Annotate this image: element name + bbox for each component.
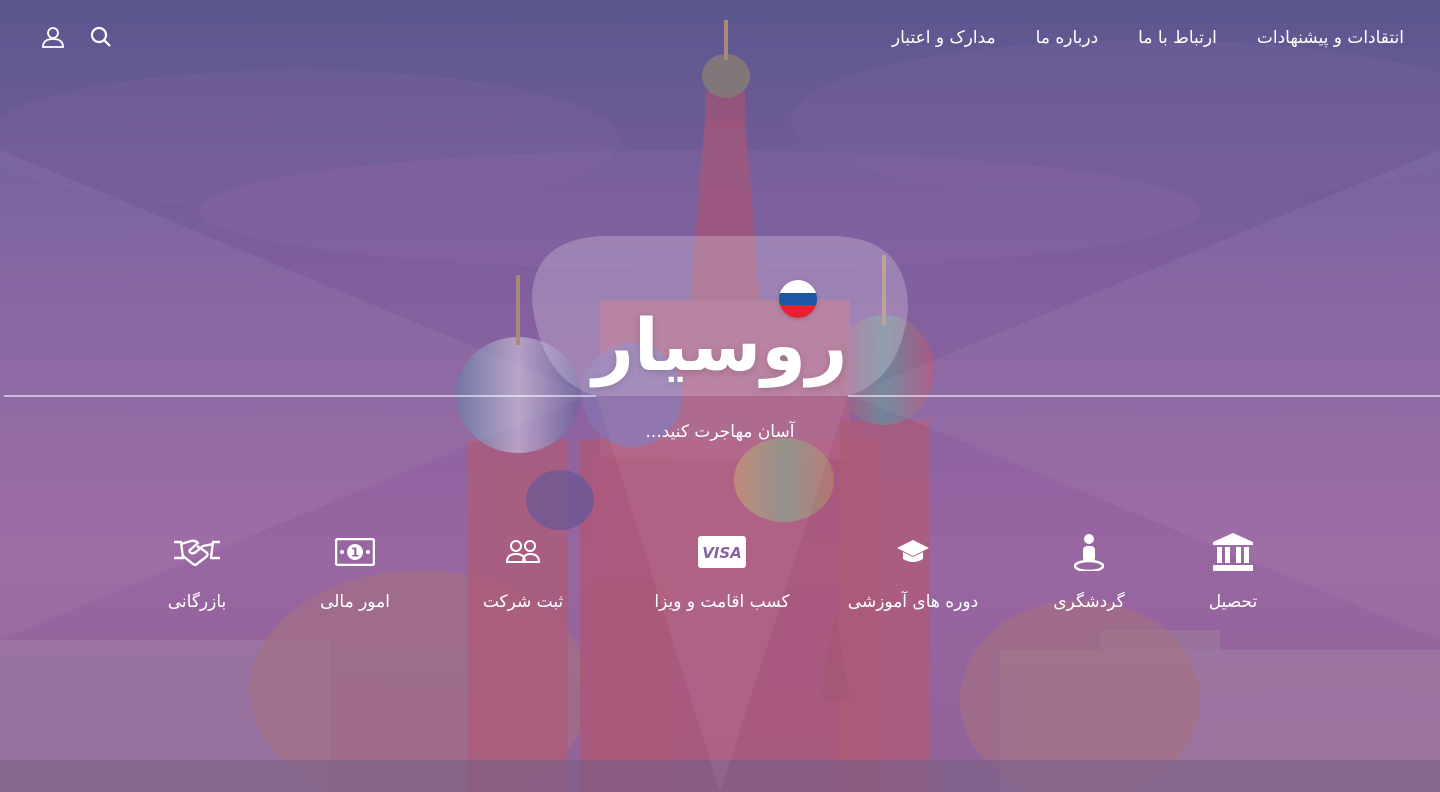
header-actions: [40, 24, 114, 50]
users-icon: [438, 530, 608, 574]
divider-left: [4, 395, 596, 397]
divider-right: [848, 395, 1440, 397]
service-label: بازرگانی: [167, 592, 227, 612]
service-finance[interactable]: 1 امور مالی: [270, 530, 440, 614]
service-courses[interactable]: دوره های آموزشی: [828, 530, 998, 614]
header: انتقادات و پیشنهادات ارتباط با ما درباره…: [0, 0, 1440, 78]
service-label: امور مالی: [320, 592, 390, 612]
visa-card-icon: VISA: [637, 530, 807, 574]
svg-text:1: 1: [351, 546, 359, 560]
service-company-registration[interactable]: ثبت شرکت: [438, 530, 608, 614]
site-tagline: آسان مهاجرت کنید...: [645, 422, 795, 442]
nav-about[interactable]: درباره ما: [1036, 26, 1099, 50]
services-row: تحصیل گردشگری دوره های آموزشی VISA کسب ا…: [0, 530, 1440, 630]
page: انتقادات و پیشنهادات ارتباط با ما درباره…: [0, 0, 1440, 792]
main-nav: انتقادات و پیشنهادات ارتباط با ما درباره…: [892, 26, 1404, 50]
service-tourism[interactable]: گردشگری: [1004, 530, 1174, 614]
service-label: دوره های آموزشی: [847, 592, 979, 612]
service-residency-visa[interactable]: VISA کسب اقامت و ویزا: [637, 530, 807, 614]
user-icon[interactable]: [40, 24, 66, 50]
money-bill-icon: 1: [270, 530, 440, 574]
nav-credentials[interactable]: مدارک و اعتبار: [892, 26, 996, 50]
visa-card-text: VISA: [702, 544, 742, 562]
service-label: ثبت شرکت: [482, 592, 564, 612]
service-commerce[interactable]: بازرگانی: [112, 530, 282, 614]
search-icon[interactable]: [88, 24, 114, 50]
graduation-cap-icon: [828, 530, 998, 574]
site-logo-text[interactable]: روسیار: [0, 300, 1440, 390]
nav-feedback[interactable]: انتقادات و پیشنهادات: [1257, 26, 1404, 50]
tourist-icon: [1004, 530, 1174, 574]
service-label: کسب اقامت و ویزا: [654, 592, 790, 612]
nav-contact[interactable]: ارتباط با ما: [1138, 26, 1217, 50]
service-label: گردشگری: [1053, 592, 1125, 612]
handshake-icon: [112, 530, 282, 574]
